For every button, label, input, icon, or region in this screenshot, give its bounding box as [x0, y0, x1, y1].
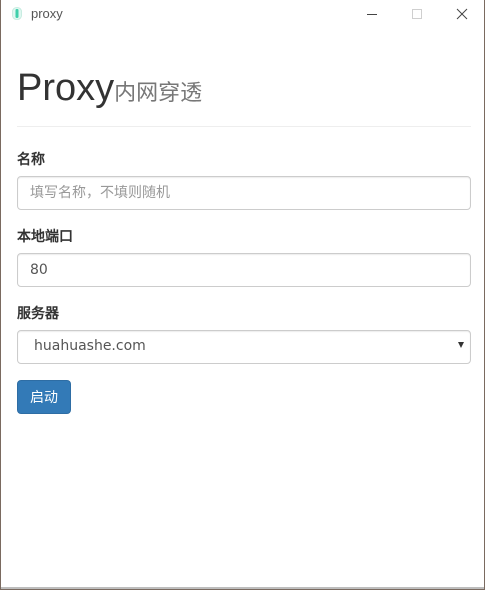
server-select-value: huahuashe.com [17, 330, 471, 364]
local-port-input[interactable] [17, 253, 471, 287]
page-header: Proxy内网穿透 [17, 66, 471, 127]
name-label: 名称 [17, 152, 45, 168]
window-title: proxy [31, 6, 63, 21]
maximize-icon [412, 9, 422, 19]
app-window: proxy Proxy内网穿透 名称 本地端口 [0, 0, 485, 590]
maximize-button[interactable] [395, 0, 439, 28]
page-title: Proxy [17, 67, 115, 109]
close-icon [456, 8, 468, 20]
app-icon [12, 7, 22, 20]
minimize-button[interactable] [350, 0, 394, 28]
local-port-form-group: 本地端口 [17, 226, 471, 287]
window-bottom-edge [1, 587, 484, 589]
name-form-group: 名称 [17, 149, 471, 210]
start-button[interactable]: 启动 [17, 380, 71, 414]
server-select[interactable]: huahuashe.com [17, 330, 471, 364]
main-content: Proxy内网穿透 名称 本地端口 服务器 huahuashe.com 启动 [17, 28, 471, 414]
local-port-label: 本地端口 [17, 229, 73, 245]
title-bar[interactable]: proxy [1, 0, 484, 28]
close-button[interactable] [440, 0, 484, 28]
server-form-group: 服务器 huahuashe.com [17, 303, 471, 364]
name-input[interactable] [17, 176, 471, 210]
caret-down-icon [458, 342, 464, 348]
server-label: 服务器 [17, 306, 59, 322]
minimize-icon [367, 14, 377, 15]
page-subtitle: 内网穿透 [114, 81, 203, 106]
